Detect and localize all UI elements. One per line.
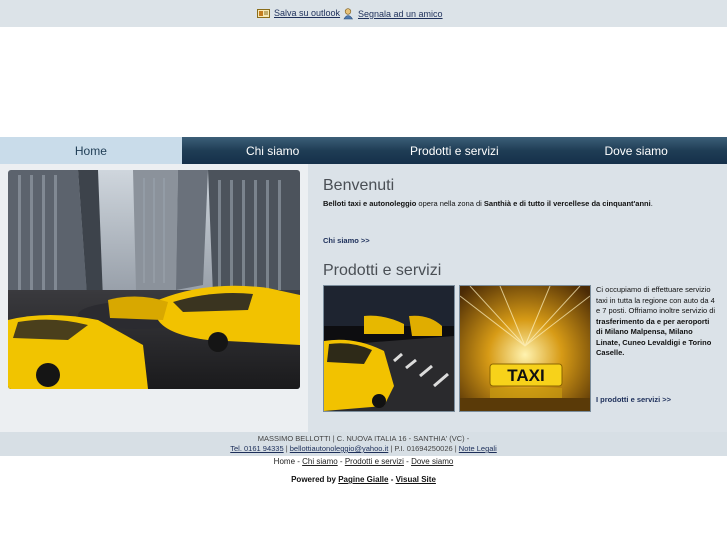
taxi-street-image (323, 285, 455, 412)
bottom-nav-sep: - (403, 457, 412, 466)
top-bar: Salva su outlook Segnala ad un amico (0, 0, 727, 27)
footer-legal-link[interactable]: Note Legali (459, 444, 497, 453)
welcome-text: Belloti taxi e autonoleggio opera nella … (323, 199, 723, 208)
powered-dash: - (388, 475, 396, 484)
footer-vat: | P.I. 01694250026 | (388, 444, 459, 453)
pagine-gialle-link[interactable]: Pagine Gialle (338, 475, 388, 484)
welcome-text-end: . (650, 199, 653, 208)
services-text-part: Ci occupiamo di effettuare servizio taxi… (596, 285, 716, 315)
services-text: Ci occupiamo di effettuare servizio taxi… (596, 285, 716, 359)
visual-site-link[interactable]: Visual Site (396, 475, 436, 484)
chi-siamo-more-link[interactable]: Chi siamo >> (323, 236, 370, 245)
services-title: Prodotti e servizi (323, 262, 442, 279)
bottom-nav-sep: - (337, 457, 345, 466)
bottom-nav-chi-siamo[interactable]: Chi siamo (302, 457, 338, 466)
footer-contact-line: Tel. 0161 94335 | bellottiautonoleggio@y… (0, 444, 727, 453)
bottom-nav-prodotti[interactable]: Prodotti e servizi (345, 457, 404, 466)
welcome-place: Santhià e di tutto il vercellese da cinq… (483, 199, 651, 208)
nav-chi-siamo[interactable]: Chi siamo (181, 137, 364, 164)
nav-dove-siamo[interactable]: Dove siamo (545, 137, 727, 164)
bottom-nav: Home - Chi siamo - Prodotti e servizi - … (0, 457, 727, 466)
powered-by: Powered by Pagine Gialle - Visual Site (0, 475, 727, 484)
welcome-text-part: opera nella zona di (416, 199, 484, 208)
services-text-bold: trasferimento da e per aeroporti di Mila… (596, 316, 712, 358)
prodotti-servizi-more-link[interactable]: I prodotti e servizi >> (596, 395, 671, 404)
save-outlook-link[interactable]: Salva su outlook (257, 8, 340, 18)
user-icon (343, 8, 354, 20)
footer-phone-link[interactable]: Tel. 0161 94335 (230, 444, 283, 453)
footer-contact: MASSIMO BELLOTTI | C. NUOVA ITALIA 16 - … (0, 432, 727, 456)
nav-prodotti-servizi[interactable]: Prodotti e servizi (363, 137, 546, 164)
footer-address: MASSIMO BELLOTTI | C. NUOVA ITALIA 16 - … (257, 434, 470, 443)
bottom-nav-dove-siamo[interactable]: Dove siamo (411, 457, 453, 466)
company-name: Belloti taxi e autonoleggio (323, 199, 417, 208)
outlook-icon (257, 8, 270, 18)
footer-email-link[interactable]: bellottiautonoleggio@yahoo.it (290, 444, 389, 453)
taxi-sign-image: TAXI (459, 285, 591, 412)
nav-home[interactable]: Home (0, 137, 182, 164)
save-outlook-label: Salva su outlook (274, 8, 341, 18)
header-banner (0, 27, 727, 137)
welcome-title: Benvenuti (323, 177, 395, 194)
recommend-friend-label: Segnala ad un amico (358, 9, 443, 19)
powered-by-label: Powered by (291, 475, 339, 484)
hero-image-new-york-taxis (8, 170, 300, 389)
recommend-friend-link[interactable]: Segnala ad un amico (343, 8, 443, 20)
taxi-sign-text: TAXI (507, 366, 544, 385)
bottom-nav-home[interactable]: Home (274, 457, 295, 466)
main-nav: Home Chi siamo Prodotti e servizi Dove s… (0, 137, 727, 164)
